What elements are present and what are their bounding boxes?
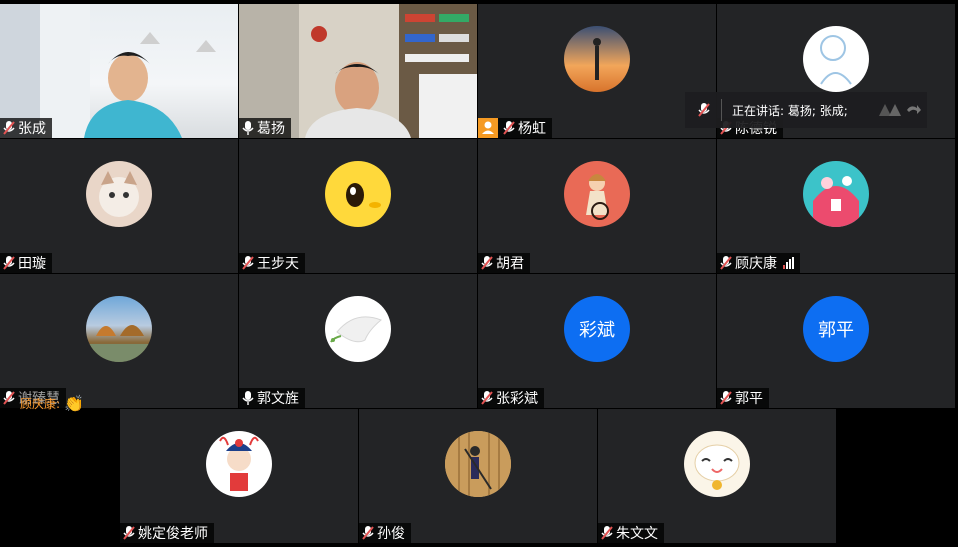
avatar bbox=[325, 296, 391, 362]
participant-name: 郭平 bbox=[735, 391, 763, 407]
participant-nameplate: 郭文旌 bbox=[239, 388, 305, 408]
participant-name: 田璇 bbox=[18, 256, 46, 272]
reaction-toast: 顾庆康: 👏 bbox=[20, 394, 84, 413]
avatar bbox=[325, 161, 391, 227]
avatar bbox=[86, 161, 152, 227]
participant-nameplate: 田璇 bbox=[0, 253, 52, 273]
participant-name: 胡君 bbox=[496, 256, 524, 272]
participant-nameplate: 杨虹 bbox=[478, 118, 552, 138]
mic-muted-icon bbox=[481, 391, 493, 405]
divider bbox=[721, 99, 722, 121]
avatar: 彩斌 bbox=[564, 296, 630, 362]
participant-tile-zhu-wenwen[interactable]: 朱文文 bbox=[598, 409, 836, 543]
mic-muted-icon bbox=[242, 256, 254, 270]
user-icon bbox=[478, 118, 498, 138]
participant-nameplate: 顾庆康 bbox=[717, 253, 800, 273]
mic-muted-icon bbox=[3, 391, 15, 405]
participant-name: 张成 bbox=[18, 121, 46, 137]
participant-nameplate: 朱文文 bbox=[598, 523, 664, 543]
avatar bbox=[684, 431, 750, 497]
mic-muted-icon bbox=[362, 526, 374, 540]
participant-name: 姚定俊老师 bbox=[138, 526, 208, 542]
participant-nameplate: 郭平 bbox=[717, 388, 769, 408]
participant-tile-sun-jun[interactable]: 孙俊 bbox=[359, 409, 597, 543]
participant-tile-yang-hong[interactable]: 杨虹 bbox=[478, 4, 716, 138]
avatar bbox=[445, 431, 511, 497]
participant-tile-hu-jun[interactable]: 胡君 bbox=[478, 139, 716, 273]
participant-name: 郭文旌 bbox=[257, 391, 299, 407]
mic-muted-icon bbox=[698, 103, 710, 117]
avatar bbox=[564, 26, 630, 92]
participant-name: 朱文文 bbox=[616, 526, 658, 542]
mic-muted-icon bbox=[123, 526, 135, 540]
mic-muted-icon bbox=[720, 256, 732, 270]
participant-name: 杨虹 bbox=[518, 121, 546, 137]
avatar bbox=[86, 296, 152, 362]
speaking-indicator: 正在讲话: 葛扬; 张成; bbox=[685, 92, 927, 128]
mic-muted-icon bbox=[601, 526, 613, 540]
avatar bbox=[206, 431, 272, 497]
participant-tile-zhang-caibin[interactable]: 彩斌 张彩斌 bbox=[478, 274, 716, 408]
participant-tile-xie-zhenhui[interactable]: 谢臻慧 bbox=[0, 274, 238, 408]
participant-tile-gu-qingkang[interactable]: 顾庆康 bbox=[717, 139, 955, 273]
participant-tile-guo-wenjing[interactable]: 郭文旌 bbox=[239, 274, 477, 408]
mic-muted-icon bbox=[3, 256, 15, 270]
mic-muted-icon bbox=[503, 121, 515, 135]
avatar bbox=[803, 161, 869, 227]
mic-muted-icon bbox=[3, 121, 15, 135]
participant-tile-tian-xuan[interactable]: 田璇 bbox=[0, 139, 238, 273]
participant-nameplate: 胡君 bbox=[478, 253, 530, 273]
participant-name: 张彩斌 bbox=[496, 391, 538, 407]
participant-name: 葛扬 bbox=[257, 121, 285, 137]
avatar: 郭平 bbox=[803, 296, 869, 362]
participant-tile-yao-dingjun[interactable]: 姚定俊老师 bbox=[120, 409, 358, 543]
reaction-sender: 顾庆康: bbox=[20, 397, 61, 411]
participant-name: 王步天 bbox=[257, 256, 299, 272]
mic-icon bbox=[242, 391, 254, 405]
avatar bbox=[564, 161, 630, 227]
signal-strength-icon bbox=[783, 257, 794, 269]
participant-tile-zhang-cheng[interactable]: 张成 bbox=[0, 4, 238, 138]
clap-icon: 👏 bbox=[64, 394, 84, 413]
participant-name: 孙俊 bbox=[377, 526, 405, 542]
mic-muted-icon bbox=[481, 256, 493, 270]
participant-nameplate: 姚定俊老师 bbox=[120, 523, 214, 543]
participant-nameplate: 孙俊 bbox=[359, 523, 411, 543]
participant-nameplate: 葛扬 bbox=[239, 118, 291, 138]
participant-nameplate: 张彩斌 bbox=[478, 388, 544, 408]
mic-icon bbox=[242, 121, 254, 135]
participant-tile-wang-butian[interactable]: 王步天 bbox=[239, 139, 477, 273]
participant-name: 顾庆康 bbox=[735, 256, 777, 272]
speaking-text: 正在讲话: 葛扬; 张成; bbox=[732, 103, 848, 118]
mic-muted-icon bbox=[720, 391, 732, 405]
avatar bbox=[803, 26, 869, 92]
participant-nameplate: 张成 bbox=[0, 118, 52, 138]
speaker-icon[interactable] bbox=[877, 100, 921, 120]
participant-tile-ge-yang[interactable]: 葛扬 bbox=[239, 4, 477, 138]
participant-nameplate: 王步天 bbox=[239, 253, 305, 273]
participant-tile-guo-ping[interactable]: 郭平 郭平 bbox=[717, 274, 955, 408]
